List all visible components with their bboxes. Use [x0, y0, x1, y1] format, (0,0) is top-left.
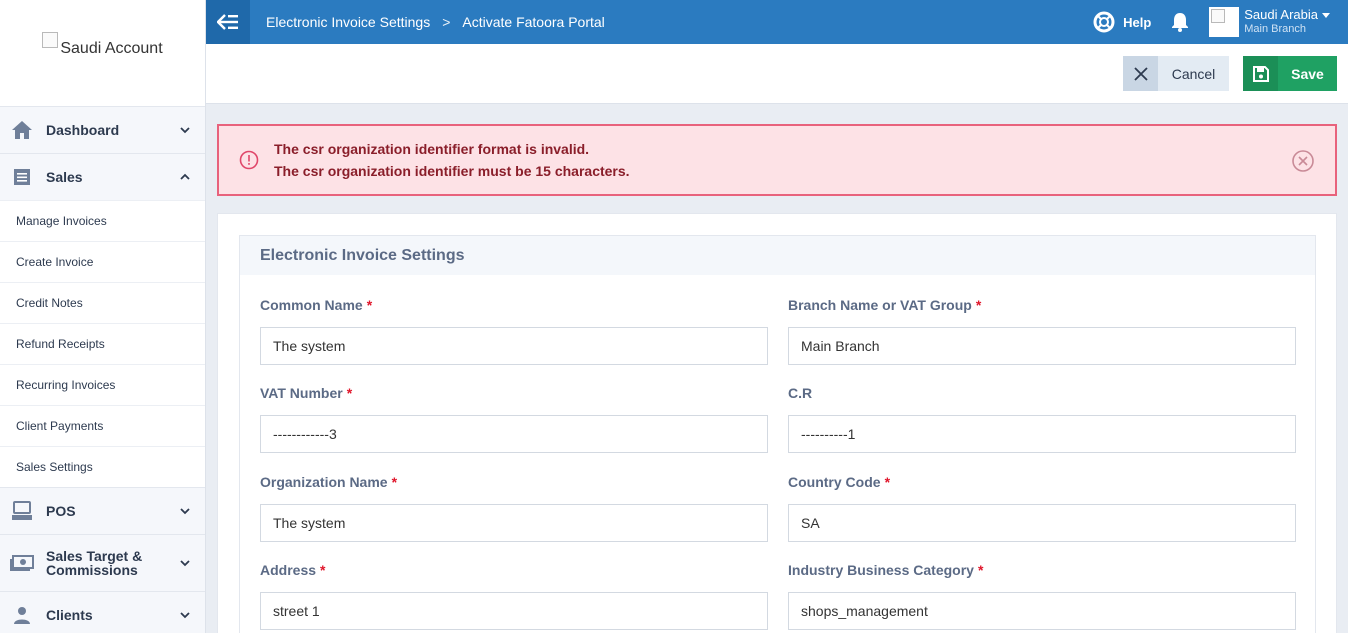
- logo[interactable]: Saudi Account: [0, 0, 205, 106]
- sidebar-subitem-sales-settings[interactable]: Sales Settings: [0, 446, 205, 487]
- lifebuoy-icon: [1093, 11, 1115, 33]
- chevron-down-icon: [180, 127, 190, 134]
- help-button[interactable]: Help: [1093, 11, 1151, 33]
- notifications-button[interactable]: [1171, 12, 1189, 32]
- receipt-icon: [10, 165, 34, 189]
- account-name: Saudi Arabia: [1244, 7, 1318, 22]
- alert-message: The csr organization identifier must be …: [274, 163, 630, 179]
- cr-input[interactable]: [788, 415, 1296, 453]
- sidebar-item-label: POS: [46, 503, 76, 519]
- caret-down-icon: [1322, 12, 1330, 18]
- field-address: Address *: [260, 562, 768, 630]
- broken-image-icon: [42, 32, 59, 48]
- sidebar-toggle-button[interactable]: [206, 0, 250, 44]
- industry-category-input[interactable]: [788, 592, 1296, 630]
- menu-collapse-icon: [217, 14, 238, 30]
- bell-icon: [1172, 13, 1189, 32]
- action-bar: Cancel Save: [206, 44, 1348, 104]
- close-circle-icon[interactable]: [1291, 149, 1315, 173]
- cancel-button[interactable]: Cancel: [1123, 56, 1229, 91]
- vat-number-input[interactable]: [260, 415, 768, 453]
- chevron-down-icon: [180, 560, 190, 567]
- sidebar-subitem-credit-notes[interactable]: Credit Notes: [0, 282, 205, 323]
- sidebar-subitem-recurring-invoices[interactable]: Recurring Invoices: [0, 364, 205, 405]
- alert-message: The csr organization identifier format i…: [274, 141, 590, 157]
- field-country-code: Country Code *: [788, 474, 1296, 542]
- money-icon: [10, 551, 34, 575]
- field-industry-category: Industry Business Category *: [788, 562, 1296, 630]
- sidebar-item-dashboard[interactable]: Dashboard: [0, 106, 205, 153]
- chevron-down-icon: [180, 612, 190, 619]
- organization-name-input[interactable]: [260, 504, 768, 542]
- sidebar-subitem-client-payments[interactable]: Client Payments: [0, 405, 205, 446]
- sidebar-item-label: Sales Target & Commissions: [46, 548, 143, 578]
- home-icon: [10, 118, 34, 142]
- form-panel: Electronic Invoice Settings Common Name *…: [239, 235, 1316, 633]
- broken-image-icon: [1211, 9, 1226, 23]
- help-label: Help: [1123, 14, 1152, 30]
- breadcrumb-parent[interactable]: Electronic Invoice Settings: [266, 14, 430, 30]
- sidebar-subitem-refund-receipts[interactable]: Refund Receipts: [0, 323, 205, 364]
- sales-submenu: Manage Invoices Create Invoice Credit No…: [0, 200, 205, 487]
- sidebar-item-pos[interactable]: POS: [0, 487, 205, 534]
- chevron-down-icon: [180, 508, 190, 515]
- settings-card: Electronic Invoice Settings Common Name *…: [217, 213, 1337, 633]
- save-button[interactable]: Save: [1243, 56, 1337, 91]
- sidebar-subitem-manage-invoices[interactable]: Manage Invoices: [0, 200, 205, 241]
- field-organization-name: Organization Name *: [260, 474, 768, 542]
- field-cr: C.R: [788, 385, 1296, 453]
- error-alert: The csr organization identifier format i…: [217, 124, 1337, 196]
- breadcrumb-separator: >: [442, 14, 451, 30]
- field-common-name: Common Name *: [260, 297, 768, 365]
- user-icon: [10, 603, 34, 627]
- sidebar-item-label: Clients: [46, 607, 93, 623]
- sidebar-item-sales[interactable]: Sales: [0, 153, 205, 200]
- sidebar-item-clients[interactable]: Clients: [0, 591, 205, 633]
- breadcrumb-current: Activate Fatoora Portal: [462, 14, 605, 30]
- pos-icon: [10, 499, 34, 523]
- branch-name-input[interactable]: [788, 327, 1296, 365]
- common-name-input[interactable]: [260, 327, 768, 365]
- close-icon: [1123, 56, 1158, 91]
- branch-name: Main Branch: [1244, 23, 1307, 35]
- sidebar-item-label: Sales: [46, 169, 83, 185]
- sidebar-item-label: Dashboard: [46, 122, 120, 138]
- country-code-input[interactable]: [788, 504, 1296, 542]
- sidebar-item-sales-target[interactable]: Sales Target & Commissions: [0, 534, 205, 591]
- address-input[interactable]: [260, 592, 768, 630]
- chevron-up-icon: [180, 173, 190, 180]
- exclamation-circle-icon: [239, 150, 259, 170]
- floppy-disk-icon: [1243, 56, 1278, 91]
- panel-title: Electronic Invoice Settings: [240, 236, 1315, 275]
- logo-alt-text: Saudi Account: [60, 40, 163, 57]
- avatar: [1209, 7, 1240, 37]
- sidebar: Saudi Account Dashboard Sales Manage Inv…: [0, 0, 206, 633]
- field-branch-name: Branch Name or VAT Group *: [788, 297, 1296, 365]
- sidebar-subitem-create-invoice[interactable]: Create Invoice: [0, 241, 205, 282]
- field-vat-number: VAT Number *: [260, 385, 768, 453]
- topbar: Electronic Invoice Settings > Activate F…: [206, 0, 1348, 44]
- account-switcher[interactable]: Saudi Arabia Main Branch: [1209, 7, 1330, 37]
